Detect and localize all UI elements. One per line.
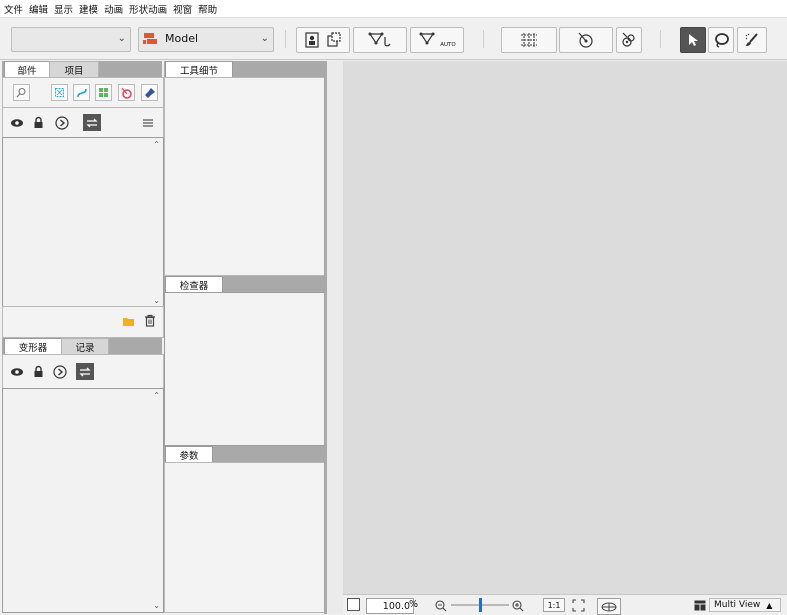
select-icon[interactable] (51, 84, 68, 101)
tab-history[interactable]: 记录 (61, 338, 109, 355)
scroll-down-icon[interactable]: ⌄ (153, 601, 160, 610)
menu-shape-animation[interactable]: 形状动画 (129, 2, 167, 16)
scroll-down-icon[interactable]: ⌄ (153, 296, 160, 305)
mesh-edit-button[interactable] (353, 27, 407, 53)
separator (660, 30, 661, 48)
canvas-viewport[interactable] (343, 61, 787, 594)
grid-icon[interactable] (95, 84, 112, 101)
tab-parts[interactable]: 部件 (4, 61, 50, 78)
fit-screen-icon[interactable] (571, 598, 586, 613)
part-person-icon (304, 32, 320, 48)
select-arrow-button[interactable] (680, 27, 706, 53)
chevron-down-icon: ⌄ (117, 33, 126, 44)
lasso-icon (712, 32, 730, 48)
zoom-out-icon[interactable] (433, 598, 448, 613)
glue-icon (621, 31, 637, 49)
deformer-row-bar (2, 354, 164, 390)
view-mode-value: Multi View (714, 600, 761, 610)
status-bar: 100.0 % 1:1 Multi View ▲ (343, 594, 787, 615)
menu-window[interactable]: 视窗 (173, 2, 192, 16)
menu-display[interactable]: 显示 (54, 2, 73, 16)
swap-icon[interactable] (76, 363, 94, 380)
background-color-swatch[interactable] (347, 598, 360, 611)
part-layer-button[interactable] (296, 27, 350, 53)
zoom-input[interactable]: 100.0 (366, 598, 414, 614)
tab-deformer[interactable]: 变形器 (4, 338, 62, 355)
auto-label: AUTO (440, 42, 456, 48)
brush-icon (743, 32, 761, 48)
view-mode-dropdown[interactable]: Multi View ▲ (709, 598, 781, 612)
inspector-panel (164, 292, 326, 446)
params-panel (164, 462, 326, 613)
tab-inspector[interactable]: 检查器 (165, 276, 223, 293)
zoom-unit: % (409, 599, 419, 610)
zoom-value: 100.0 (382, 600, 410, 612)
folder-icon[interactable] (121, 314, 136, 329)
model-icon (143, 31, 161, 50)
tab-params[interactable]: 参数 (165, 446, 213, 463)
scroll-up-icon[interactable]: ⌃ (153, 391, 160, 400)
trash-icon[interactable] (142, 313, 157, 328)
auto-mesh-icon (418, 31, 440, 49)
lock-icon[interactable] (31, 364, 46, 379)
zoom-in-icon[interactable] (510, 598, 525, 613)
chevron-up-icon: ▲ (766, 600, 773, 610)
menu-modeling[interactable]: 建模 (79, 2, 98, 16)
separator (483, 30, 484, 48)
menu-icon[interactable] (140, 115, 155, 130)
chevron-down-icon: ⌄ (260, 33, 269, 44)
deform-grid-icon (518, 31, 540, 49)
actual-size-button[interactable]: 1:1 (543, 598, 565, 612)
menu-help[interactable]: 帮助 (198, 2, 217, 16)
select-arrow-icon (686, 33, 700, 47)
splitter-gutter (327, 61, 343, 614)
brush-button[interactable] (737, 27, 767, 53)
parts-bottom-bar (2, 306, 164, 338)
deformer-list[interactable]: ⌃ ⌄ (2, 388, 164, 613)
eye-icon[interactable] (9, 364, 24, 379)
layer-icon (326, 32, 342, 48)
model-combo-value: Model (165, 32, 199, 45)
lasso-button[interactable] (708, 27, 734, 53)
first-combo[interactable]: ⌄ (11, 27, 131, 52)
parts-filter-bar (2, 77, 164, 109)
parts-row-bar (2, 107, 164, 139)
swap-icon[interactable] (83, 114, 101, 131)
parts-list[interactable]: ⌃ ⌄ (2, 137, 164, 308)
auto-mesh-button[interactable]: AUTO (410, 27, 464, 53)
grid-view-icon[interactable] (597, 598, 621, 615)
separator (285, 30, 286, 48)
rotation-deformer-button[interactable] (559, 27, 613, 53)
pin-icon[interactable] (141, 84, 158, 101)
menu-animation[interactable]: 动画 (104, 2, 123, 16)
toolbar: ⌄ Model ⌄ AUTO (0, 18, 787, 60)
circle-arrow-icon[interactable] (54, 115, 69, 130)
menu-bar: 文件 编辑 显示 建模 动画 形状动画 视窗 帮助 (0, 0, 787, 18)
eye-icon[interactable] (9, 115, 24, 130)
zoom-slider-thumb[interactable] (478, 598, 482, 612)
target-icon[interactable] (118, 84, 135, 101)
deform-grid-button[interactable] (501, 27, 557, 53)
menu-file[interactable]: 文件 (4, 2, 23, 16)
tab-tool-detail[interactable]: 工具细节 (165, 61, 233, 78)
tool-detail-panel (164, 77, 326, 276)
search-icon[interactable] (13, 84, 30, 101)
mesh-edit-icon (366, 31, 394, 49)
multi-view-icon[interactable] (692, 598, 707, 613)
curve-icon[interactable] (73, 84, 90, 101)
rotation-deformer-icon (576, 31, 596, 49)
lock-icon[interactable] (31, 115, 46, 130)
tab-project[interactable]: 项目 (49, 61, 99, 78)
glue-button[interactable] (616, 27, 642, 53)
circle-arrow-icon[interactable] (52, 364, 67, 379)
menu-edit[interactable]: 编辑 (29, 2, 48, 16)
scroll-up-icon[interactable]: ⌃ (153, 140, 160, 149)
model-combo[interactable]: Model ⌄ (138, 27, 274, 52)
